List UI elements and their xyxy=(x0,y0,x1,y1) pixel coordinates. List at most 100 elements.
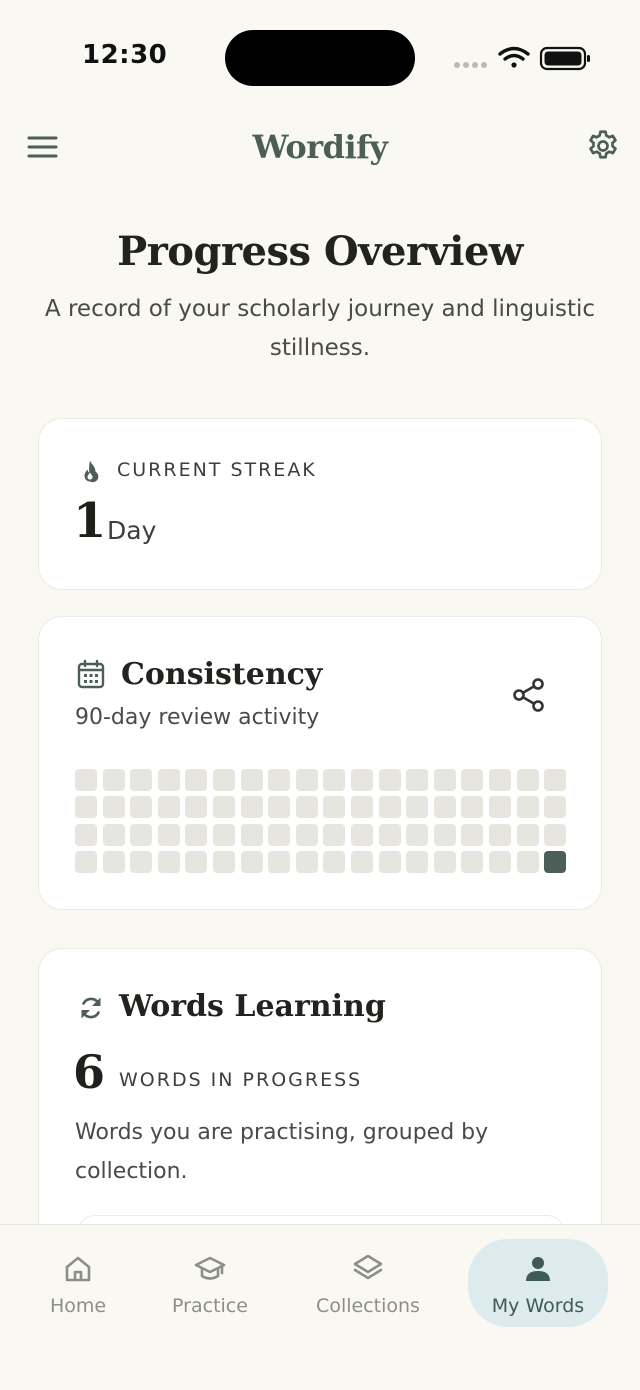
heatmap-cell xyxy=(102,823,125,846)
heatmap-cell xyxy=(544,850,567,873)
heatmap-cell xyxy=(212,823,235,846)
heatmap-cell xyxy=(240,850,263,873)
heatmap-cell xyxy=(240,823,263,846)
heatmap-cell xyxy=(295,823,318,846)
heatmap-cell xyxy=(433,796,456,819)
heatmap-cell xyxy=(323,850,346,873)
heatmap-cell xyxy=(433,769,456,791)
consistency-title: Consistency xyxy=(121,657,323,692)
consistency-subtitle: 90-day review activity xyxy=(75,705,320,730)
heatmap-cell xyxy=(102,796,125,819)
consistency-card: Consistency 90-day review activity xyxy=(38,616,602,910)
heatmap-cell xyxy=(185,796,208,819)
heatmap-cell xyxy=(350,850,373,873)
heatmap-cell xyxy=(75,823,97,846)
status-time: 12:30 xyxy=(82,40,168,70)
heatmap-cell xyxy=(378,769,401,791)
words-learning-title: Words Learning xyxy=(119,989,386,1024)
status-bar: 12:30 xyxy=(0,0,640,110)
status-icons xyxy=(454,46,590,71)
nav-practice-label: Practice xyxy=(172,1295,248,1317)
screen: 12:30 Wordify Progress Overview A record… xyxy=(0,0,640,1390)
heatmap-cell xyxy=(268,850,291,873)
nav-my-words-label: My Words xyxy=(491,1295,585,1317)
heatmap-cell xyxy=(268,823,291,846)
heatmap-cell xyxy=(488,850,511,873)
heatmap-cell xyxy=(212,796,235,819)
share-button[interactable] xyxy=(509,675,549,715)
streak-label: CURRENT STREAK xyxy=(117,459,317,481)
heatmap-cell xyxy=(157,823,180,846)
heatmap-cell xyxy=(350,823,373,846)
current-streak-card: CURRENT STREAK 1 Day xyxy=(38,418,602,590)
heatmap-cell xyxy=(516,850,539,873)
heatmap-cell xyxy=(406,796,429,819)
heatmap-cell xyxy=(75,796,97,819)
heatmap-cell xyxy=(488,796,511,819)
heatmap-cell xyxy=(75,850,97,873)
settings-button[interactable] xyxy=(585,128,621,164)
heatmap-cell xyxy=(433,850,456,873)
heatmap-cell xyxy=(268,796,291,819)
home-icon xyxy=(65,1256,91,1282)
heatmap-cell xyxy=(488,823,511,846)
heatmap-cell xyxy=(157,769,180,791)
user-icon xyxy=(526,1257,550,1281)
heatmap-cell xyxy=(461,850,484,873)
heatmap-cell xyxy=(212,850,235,873)
words-learning-count-label: WORDS IN PROGRESS xyxy=(119,1069,363,1091)
heatmap-cell xyxy=(406,850,429,873)
activity-heatmap xyxy=(75,769,569,873)
heatmap-cell xyxy=(378,823,401,846)
nav-collections[interactable]: Collections xyxy=(300,1239,436,1327)
heatmap-cell xyxy=(240,769,263,791)
wifi-icon xyxy=(498,46,530,68)
heatmap-cell xyxy=(295,769,318,791)
gear-icon xyxy=(589,130,617,159)
heatmap-cell xyxy=(350,769,373,791)
graduation-cap-icon xyxy=(194,1256,226,1280)
heatmap-cell xyxy=(461,823,484,846)
heatmap-cell xyxy=(461,796,484,819)
sync-icon xyxy=(81,997,101,1019)
heatmap-cell xyxy=(544,823,567,846)
heatmap-cell xyxy=(212,769,235,791)
heatmap-cell xyxy=(323,769,346,791)
heatmap-cell xyxy=(130,796,153,819)
app-bar: Wordify xyxy=(0,118,640,178)
heatmap-cell xyxy=(130,850,153,873)
heatmap-cell xyxy=(323,823,346,846)
heatmap-cell xyxy=(406,823,429,846)
nav-home-label: Home xyxy=(49,1295,107,1317)
heatmap-cell xyxy=(323,796,346,819)
cellular-signal-icon xyxy=(454,62,487,68)
heatmap-cell xyxy=(240,796,263,819)
dynamic-island xyxy=(225,30,415,86)
words-learning-description: Words you are practising, grouped by col… xyxy=(75,1120,489,1184)
heatmap-cell xyxy=(516,823,539,846)
layers-icon xyxy=(353,1254,383,1280)
heatmap-cell xyxy=(130,769,153,791)
heatmap-cell xyxy=(544,796,567,819)
heatmap-cell xyxy=(75,769,97,791)
heatmap-cell xyxy=(488,769,511,791)
nav-my-words[interactable]: My Words xyxy=(468,1239,608,1327)
heatmap-cell xyxy=(461,769,484,791)
nav-practice[interactable]: Practice xyxy=(160,1239,260,1327)
battery-icon xyxy=(539,46,590,71)
words-learning-count: 6 xyxy=(73,1045,106,1099)
heatmap-cell xyxy=(102,769,125,791)
heatmap-cell xyxy=(185,850,208,873)
heatmap-cell xyxy=(295,796,318,819)
streak-value: 1 xyxy=(73,493,107,549)
heatmap-cell xyxy=(516,769,539,791)
streak-unit: Day xyxy=(107,516,157,545)
bottom-navigation: Home Practice Collections My Words xyxy=(0,1224,640,1390)
heatmap-cell xyxy=(350,796,373,819)
heatmap-cell xyxy=(544,769,567,791)
heatmap-cell xyxy=(157,796,180,819)
page-subtitle: A record of your scholarly journey and l… xyxy=(44,296,596,361)
nav-collections-label: Collections xyxy=(316,1295,420,1317)
heatmap-cell xyxy=(378,850,401,873)
nav-home[interactable]: Home xyxy=(28,1239,128,1327)
